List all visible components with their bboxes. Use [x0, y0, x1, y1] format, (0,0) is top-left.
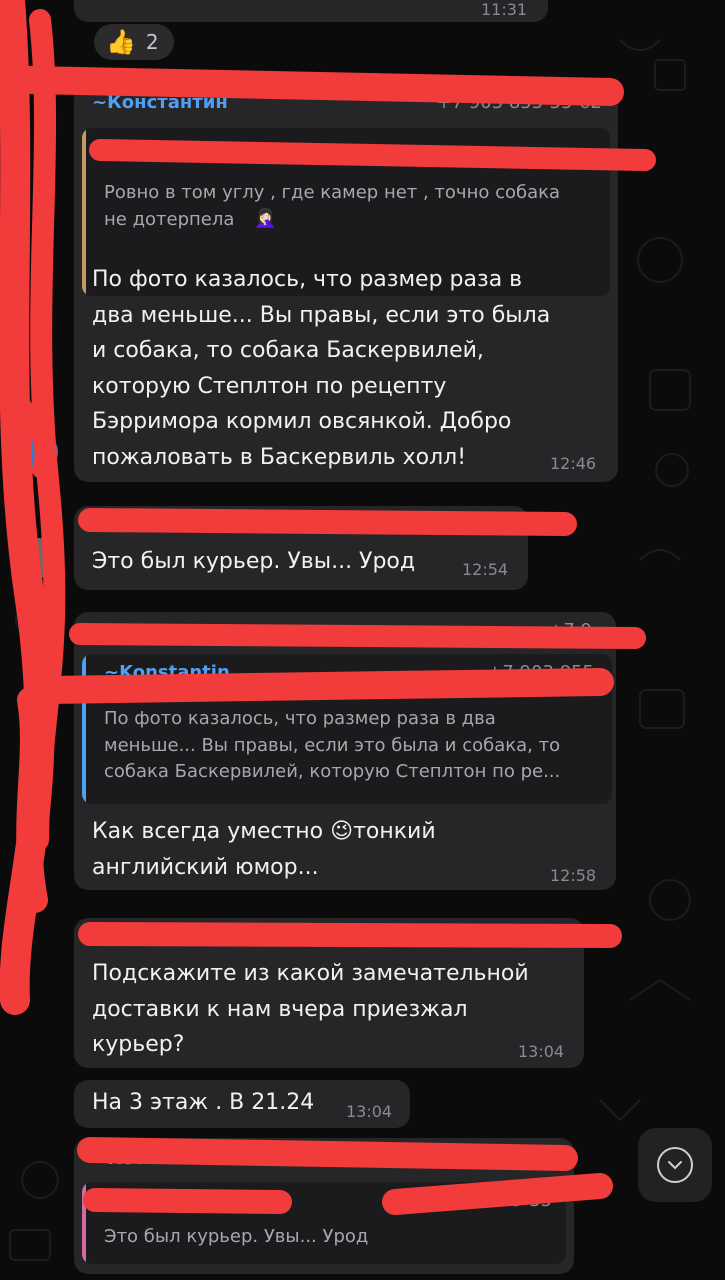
message-time: 13:04: [518, 1042, 565, 1061]
quote-text: Ровно в том углу , где камер нет , точно…: [104, 182, 561, 230]
message-bubble[interactable]: ~Надежда М +7 915 Это был курьер. Увы...…: [74, 506, 528, 590]
chevron-down-icon: [657, 1147, 693, 1183]
facepalm-emoji-icon: 🤦🏻‍♀️: [254, 208, 277, 229]
sender-phone: +7 915: [368, 514, 435, 535]
message-time: 11:31: [481, 0, 528, 19]
sender-name: ~Кот: [92, 1148, 145, 1169]
sender-row: ~Константин +7 903 855-55-62: [92, 92, 602, 113]
wink-emoji-icon: 😉: [330, 819, 354, 844]
message-bubble[interactable]: ~Кот ~Надежда М +7 915 478-35-35 Это был…: [74, 1138, 574, 1274]
reply-quote[interactable]: ~Konstantin +7 903 855 По фото казалось,…: [82, 654, 612, 804]
message-text-part: Как всегда уместно: [92, 819, 324, 844]
quote-sender-row: ~Konstantin +7 903 855: [104, 662, 594, 683]
message-text: По фото казалось, что размер раза в два …: [92, 267, 551, 470]
sender-name: ~Надежда М: [92, 514, 230, 535]
previous-message-bubble[interactable]: [74, 0, 548, 22]
message-text: Подскажите из какой замечательной достав…: [92, 961, 529, 1057]
quote-accent-bar: [82, 1182, 86, 1264]
sender-avatar[interactable]: [18, 432, 58, 472]
quote-accent-bar: [82, 128, 86, 296]
message-time: 13:04: [346, 1102, 393, 1121]
quote-phone: +7 915 478-35-35: [386, 1190, 553, 1211]
thumbs-up-icon: 👍: [106, 28, 136, 56]
message-text-part: английский юмор...: [92, 854, 319, 880]
sender-row: ~Надежда М +7 915: [92, 514, 512, 535]
quote-author: ~Konstantin: [104, 662, 230, 683]
message-time: 12:58: [550, 866, 597, 885]
sender-row: ~ +7 9: [92, 620, 602, 641]
scroll-to-bottom-button[interactable]: [638, 1128, 712, 1202]
sender-avatar[interactable]: [18, 538, 58, 578]
quote-accent-bar: [82, 654, 86, 804]
message-time: 12:54: [462, 560, 509, 579]
message-bubble[interactable]: ~Константин +7 903 855-55-62 Ровно в том…: [74, 84, 618, 482]
reaction-count: 2: [145, 30, 159, 54]
quote-sender-row: ~Надежда М +7 915 478-35-35: [104, 1190, 552, 1211]
reply-quote[interactable]: ~Надежда М +7 915 478-35-35 Это был курь…: [82, 1182, 566, 1264]
quote-phone: +7 903 855: [487, 662, 594, 683]
quote-text: По фото казалось, что размер раза в два …: [104, 708, 561, 782]
message-bubble[interactable]: +7 926 275-55-40 Подскажите из какой зам…: [74, 918, 584, 1068]
quote-author: ~Надежда М: [104, 1190, 242, 1211]
message-bubble[interactable]: ~ +7 9 ~Konstantin +7 903 855 По фото ка…: [74, 612, 616, 890]
message-text-part: тонкий: [353, 819, 436, 844]
message-time: 12:46: [550, 454, 597, 473]
message-text: Это был курьер. Увы... Урод: [92, 549, 416, 574]
sender-name: ~: [92, 620, 108, 641]
sender-phone: +7 9: [548, 620, 592, 641]
message-text: На 3 этаж . В 21.24: [92, 1090, 315, 1115]
sender-phone: +7 903 855-55-62: [436, 92, 603, 113]
reaction-badge[interactable]: 👍 2: [94, 24, 174, 60]
message-text: Как всегда уместно 😉тонкий английский юм…: [92, 814, 436, 885]
message-bubble[interactable]: На 3 этаж . В 21.24 13:04: [74, 1080, 410, 1128]
sender-phone: +7 926 275-55-40: [404, 926, 571, 947]
sender-name: ~Константин: [92, 92, 228, 113]
sender-row: ~Кот: [92, 1148, 145, 1169]
quote-text: Это был курьер. Увы... Урод: [104, 1226, 369, 1247]
